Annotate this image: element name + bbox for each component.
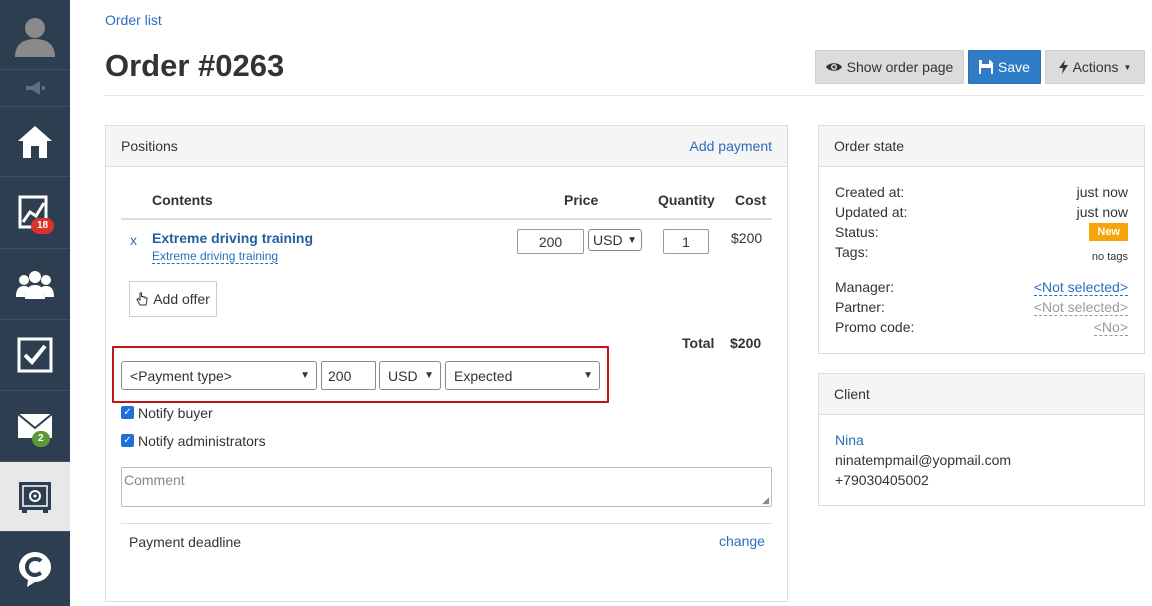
save-button[interactable]: Save xyxy=(968,50,1041,84)
deadline-divider xyxy=(121,523,772,524)
client-panel: Client Nina ninatempmail@yopmail.com +79… xyxy=(818,373,1145,506)
total-label: Total xyxy=(682,335,715,351)
add-payment-link[interactable]: Add payment xyxy=(690,138,773,154)
order-state-panel: Order state Created at: just now Updated… xyxy=(818,125,1145,354)
floppy-disk-icon xyxy=(979,60,994,74)
notify-admins-label: Notify administrators xyxy=(138,433,266,449)
notify-buyer-checkbox[interactable]: ✓ xyxy=(121,406,134,419)
home-icon xyxy=(18,125,52,158)
sidebar-item-tasks[interactable] xyxy=(0,320,70,391)
payment-currency-value: USD xyxy=(388,367,418,384)
payment-currency-select[interactable]: USD ▼ xyxy=(379,361,441,390)
partner-label: Partner: xyxy=(835,299,885,315)
payment-type-select[interactable]: <Payment type> ▼ xyxy=(121,361,317,390)
comment-textarea[interactable]: Comment ◢ xyxy=(121,467,772,507)
client-name-link[interactable]: Nina xyxy=(835,432,864,448)
actions-dropdown-button[interactable]: Actions ▼ xyxy=(1045,50,1145,84)
sidebar: 18 2 xyxy=(0,0,70,606)
megaphone-icon xyxy=(26,81,45,95)
sidebar-item-statistics[interactable]: 18 xyxy=(0,177,70,249)
users-group-icon xyxy=(16,271,54,299)
total-value: $200 xyxy=(730,335,762,351)
show-order-page-label: Show order page xyxy=(846,59,954,75)
checkbox-icon xyxy=(17,337,53,373)
status-label: Status: xyxy=(835,224,879,240)
item-quantity-input[interactable]: 1 xyxy=(663,229,709,254)
item-price-input[interactable]: 200 xyxy=(517,229,584,254)
chevron-down-icon: ▼ xyxy=(424,370,434,381)
show-order-page-button[interactable]: Show order page xyxy=(815,50,964,84)
client-phone: +79030405002 xyxy=(835,472,929,488)
main-content: Order list Order #0263 Show order page S… xyxy=(70,0,1152,606)
caret-down-icon: ▼ xyxy=(1123,62,1132,72)
add-offer-button[interactable]: Add offer xyxy=(129,281,217,317)
payment-status-select[interactable]: Expected ▼ xyxy=(445,361,600,390)
remove-item-button[interactable]: x xyxy=(130,232,137,248)
client-title: Client xyxy=(834,386,870,402)
chevron-down-icon: ▼ xyxy=(583,370,593,381)
positions-panel: Positions Add payment Contents Price Qua… xyxy=(105,125,788,602)
breadcrumb-order-list[interactable]: Order list xyxy=(105,12,162,28)
mail-badge: 2 xyxy=(32,431,50,447)
title-divider xyxy=(105,95,1145,96)
order-state-header: Order state xyxy=(819,126,1144,167)
tags-label: Tags: xyxy=(835,244,869,260)
comment-placeholder: Comment xyxy=(124,472,185,488)
safe-icon xyxy=(19,481,51,513)
chevron-down-icon: ▼ xyxy=(627,234,637,246)
stats-badge: 18 xyxy=(31,218,55,234)
client-email: ninatempmail@yopmail.com xyxy=(835,452,1012,468)
hand-pointer-icon xyxy=(136,292,148,305)
updated-value: just now xyxy=(1076,204,1128,220)
payment-amount-input[interactable]: 200 xyxy=(321,361,376,390)
item-cost: $200 xyxy=(731,230,763,246)
promo-code-select[interactable]: <No> xyxy=(1093,319,1128,336)
created-value: just now xyxy=(1076,184,1128,200)
col-contents: Contents xyxy=(152,192,213,208)
manager-select[interactable]: <Not selected> xyxy=(1033,279,1128,296)
resize-handle-icon[interactable]: ◢ xyxy=(762,495,769,506)
col-cost: Cost xyxy=(735,192,767,208)
chat-logo-icon xyxy=(19,552,51,587)
lightning-bolt-icon xyxy=(1058,60,1068,74)
sidebar-item-announcements[interactable] xyxy=(0,70,70,107)
change-deadline-link[interactable]: change xyxy=(719,533,765,549)
user-avatar-icon xyxy=(15,17,55,57)
notify-buyer-label: Notify buyer xyxy=(138,405,213,421)
client-header: Client xyxy=(819,374,1144,415)
positions-panel-header: Positions Add payment xyxy=(106,126,787,167)
item-currency-value: USD xyxy=(593,232,623,248)
payment-status-value: Expected xyxy=(454,367,513,384)
notify-admins-checkbox[interactable]: ✓ xyxy=(121,434,134,447)
partner-select[interactable]: <Not selected> xyxy=(1033,299,1128,316)
payment-type-value: <Payment type> xyxy=(130,367,232,384)
item-currency-select[interactable]: USD ▼ xyxy=(588,229,642,251)
status-badge[interactable]: New xyxy=(1089,223,1128,241)
col-quantity: Quantity xyxy=(658,192,715,208)
chevron-down-icon: ▼ xyxy=(300,370,310,381)
promo-code-label: Promo code: xyxy=(835,319,915,335)
item-offer-link[interactable]: Extreme driving training xyxy=(152,249,279,264)
payment-deadline-label: Payment deadline xyxy=(129,534,242,550)
item-product-link[interactable]: Extreme driving training xyxy=(152,230,313,246)
page-title: Order #0263 xyxy=(105,48,285,83)
order-state-title: Order state xyxy=(834,138,905,154)
sidebar-item-users[interactable] xyxy=(0,249,70,320)
updated-label: Updated at: xyxy=(835,204,908,220)
sidebar-avatar[interactable] xyxy=(0,0,70,70)
actions-label: Actions xyxy=(1072,59,1119,75)
sidebar-item-home[interactable] xyxy=(0,107,70,177)
positions-title: Positions xyxy=(121,138,178,154)
sidebar-item-messages[interactable]: 2 xyxy=(0,391,70,462)
tags-value[interactable]: no tags xyxy=(1092,251,1128,263)
add-offer-label: Add offer xyxy=(153,291,210,307)
manager-label: Manager: xyxy=(835,279,895,295)
created-label: Created at: xyxy=(835,184,905,200)
eye-icon xyxy=(825,63,842,71)
sidebar-item-sales[interactable] xyxy=(0,462,70,532)
save-label: Save xyxy=(998,59,1030,75)
col-price: Price xyxy=(564,192,599,208)
table-header-divider xyxy=(121,218,772,220)
sidebar-item-chat[interactable] xyxy=(0,532,70,606)
